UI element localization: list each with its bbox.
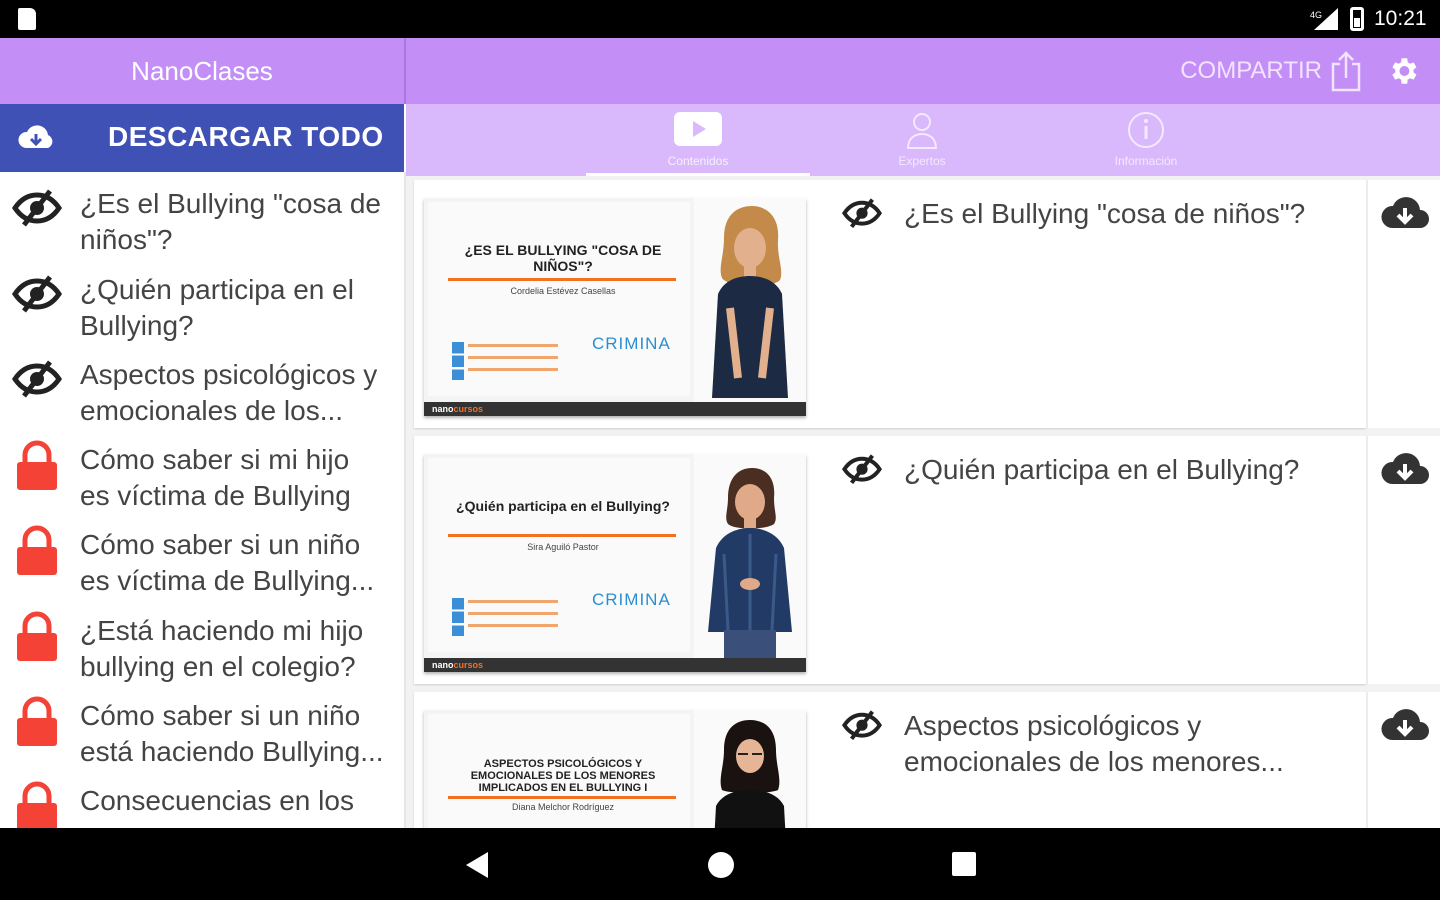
slide-author: Cordelia Estévez Casellas bbox=[510, 286, 616, 296]
slide-rule bbox=[448, 278, 676, 281]
slide-title: ¿Quién participa en el Bullying? bbox=[456, 498, 670, 514]
lesson-title: ¿Está haciendo mi hijo bullying en el co… bbox=[80, 615, 364, 682]
download-button[interactable] bbox=[1366, 692, 1440, 828]
lesson-title: ¿Es el Bullying "cosa de niños"? bbox=[80, 188, 381, 255]
download-button[interactable] bbox=[1366, 436, 1440, 684]
eye-slash-icon bbox=[12, 360, 62, 398]
presenter-image bbox=[694, 454, 806, 660]
video-title: ¿Es el Bullying "cosa de niños"? bbox=[904, 198, 1306, 229]
download-button[interactable] bbox=[1366, 180, 1440, 428]
home-icon[interactable] bbox=[708, 852, 734, 878]
cloud-download-icon bbox=[1381, 453, 1429, 484]
lesson-item[interactable]: ¿Es el Bullying "cosa de niños"? bbox=[0, 172, 404, 258]
social-icons bbox=[452, 598, 464, 636]
thumbnail-bar: nanocursos bbox=[424, 658, 806, 672]
download-all-label: DESCARGAR TODO bbox=[108, 121, 384, 152]
lesson-title: Cómo saber si un niño es víctima de Bull… bbox=[80, 529, 375, 596]
lesson-item[interactable]: Cómo saber si mi hijo es víctima de Bull… bbox=[0, 428, 404, 514]
social-handles bbox=[468, 344, 558, 378]
eye-slash-icon bbox=[12, 275, 62, 313]
lock-icon bbox=[17, 611, 57, 661]
lesson-item[interactable]: Cómo saber si un niño está haciendo Bull… bbox=[0, 684, 404, 770]
tab-informacion[interactable]: Información bbox=[1034, 104, 1258, 176]
tab-expertos[interactable]: Expertos bbox=[810, 104, 1034, 176]
slide-preview: ¿ES EL BULLYING "COSA DE NIÑOS"? Cordeli… bbox=[428, 202, 690, 396]
lesson-title: Aspectos psicológicos y emocionales de l… bbox=[80, 359, 378, 426]
slide-preview: ASPECTOS PSICOLÓGICOS Y EMOCIONALES DE L… bbox=[428, 714, 690, 828]
share-label: COMPARTIR bbox=[1180, 57, 1322, 84]
app-bar-left: NanoClases bbox=[0, 38, 404, 104]
lesson-list: ¿Es el Bullying "cosa de niños"? ¿Quién … bbox=[0, 172, 404, 828]
lock-icon bbox=[17, 781, 57, 828]
lock-icon bbox=[17, 696, 57, 746]
lesson-title: ¿Quién participa en el Bullying? bbox=[80, 274, 354, 341]
cloud-download-icon bbox=[1381, 709, 1429, 740]
lesson-title: Cómo saber si mi hijo es víctima de Bull… bbox=[80, 444, 351, 511]
app-bar-right: COMPARTIR bbox=[406, 38, 1440, 104]
video-card[interactable]: ¿Quién participa en el Bullying? Sira Ag… bbox=[414, 436, 1366, 684]
presenter-image bbox=[694, 710, 806, 828]
slide-brand: CRIMINA bbox=[592, 590, 671, 609]
app-title: NanoClases bbox=[131, 55, 273, 86]
play-icon bbox=[674, 112, 722, 146]
battery-icon bbox=[1350, 7, 1364, 31]
video-card[interactable]: ASPECTOS PSICOLÓGICOS Y EMOCIONALES DE L… bbox=[414, 692, 1366, 828]
lesson-item[interactable]: Cómo saber si un niño es víctima de Bull… bbox=[0, 513, 404, 599]
lesson-title: Consecuencias en los bbox=[80, 785, 354, 816]
slide-author: Diana Melchor Rodríguez bbox=[511, 802, 615, 812]
download-all-button[interactable]: DESCARGAR TODO bbox=[0, 104, 404, 172]
settings-gear-icon[interactable] bbox=[1386, 54, 1420, 88]
slide-rule bbox=[448, 796, 676, 799]
lock-icon bbox=[17, 525, 57, 575]
eye-slash-icon bbox=[12, 189, 62, 227]
video-title: ¿Quién participa en el Bullying? bbox=[904, 454, 1300, 485]
social-handles bbox=[468, 600, 558, 634]
lesson-item[interactable]: Aspectos psicológicos y emocionales de l… bbox=[0, 343, 404, 429]
thumbnail-bar: nanocursos bbox=[424, 402, 806, 416]
signal-icon: 4G bbox=[1310, 8, 1338, 30]
status-bar: 4G 10:21 bbox=[0, 0, 1440, 38]
back-icon[interactable] bbox=[466, 852, 490, 878]
slide-brand: CRIMINA bbox=[592, 334, 671, 353]
tab-bar: Contenidos Expertos Información bbox=[406, 104, 1440, 176]
video-title: Aspectos psicológicos y emocionales de l… bbox=[904, 710, 1284, 777]
recents-icon[interactable] bbox=[952, 852, 976, 876]
sd-card-icon bbox=[18, 8, 36, 30]
eye-slash-icon bbox=[841, 454, 883, 485]
video-list: ¿ES EL BULLYING "COSA DE NIÑOS"? Cordeli… bbox=[406, 176, 1440, 828]
eye-slash-icon bbox=[841, 198, 883, 229]
nanocursos-logo: nanocursos bbox=[432, 660, 484, 670]
slide-preview: ¿Quién participa en el Bullying? Sira Ag… bbox=[428, 458, 690, 652]
svg-text:4G: 4G bbox=[1310, 10, 1322, 20]
person-icon bbox=[906, 113, 938, 149]
eye-slash-icon bbox=[841, 710, 883, 741]
lesson-item[interactable]: ¿Quién participa en el Bullying? bbox=[0, 258, 404, 344]
slide-title: ASPECTOS PSICOLÓGICOS Y EMOCIONALES DE L… bbox=[470, 758, 656, 794]
tab-label: Expertos bbox=[898, 154, 946, 168]
info-icon bbox=[1128, 112, 1164, 148]
presenter-image bbox=[694, 198, 806, 404]
share-icon bbox=[1331, 51, 1361, 92]
lock-icon bbox=[17, 440, 57, 490]
nanocursos-logo: nanocursos bbox=[432, 404, 484, 414]
tab-label: Contenidos bbox=[667, 154, 729, 168]
cloud-download-icon bbox=[18, 125, 53, 148]
share-button[interactable]: COMPARTIR bbox=[1180, 48, 1362, 94]
video-thumbnail[interactable]: ¿ES EL BULLYING "COSA DE NIÑOS"? Cordeli… bbox=[424, 198, 806, 416]
video-card[interactable]: ¿ES EL BULLYING "COSA DE NIÑOS"? Cordeli… bbox=[414, 180, 1366, 428]
clock: 10:21 bbox=[1374, 7, 1427, 30]
slide-author: Sira Aguiló Pastor bbox=[527, 542, 599, 552]
tab-label: Información bbox=[1114, 154, 1178, 168]
video-thumbnail[interactable]: ASPECTOS PSICOLÓGICOS Y EMOCIONALES DE L… bbox=[424, 710, 806, 828]
video-thumbnail[interactable]: ¿Quién participa en el Bullying? Sira Ag… bbox=[424, 454, 806, 672]
lesson-item[interactable]: Consecuencias en los bbox=[0, 769, 404, 828]
cloud-download-icon bbox=[1381, 197, 1429, 228]
lesson-title: Cómo saber si un niño está haciendo Bull… bbox=[80, 700, 384, 767]
slide-title: ¿ES EL BULLYING "COSA DE NIÑOS"? bbox=[464, 242, 662, 274]
slide-rule bbox=[448, 534, 676, 537]
social-icons bbox=[452, 342, 464, 380]
lesson-item[interactable]: ¿Está haciendo mi hijo bullying en el co… bbox=[0, 599, 404, 685]
tab-contenidos[interactable]: Contenidos bbox=[586, 104, 810, 176]
